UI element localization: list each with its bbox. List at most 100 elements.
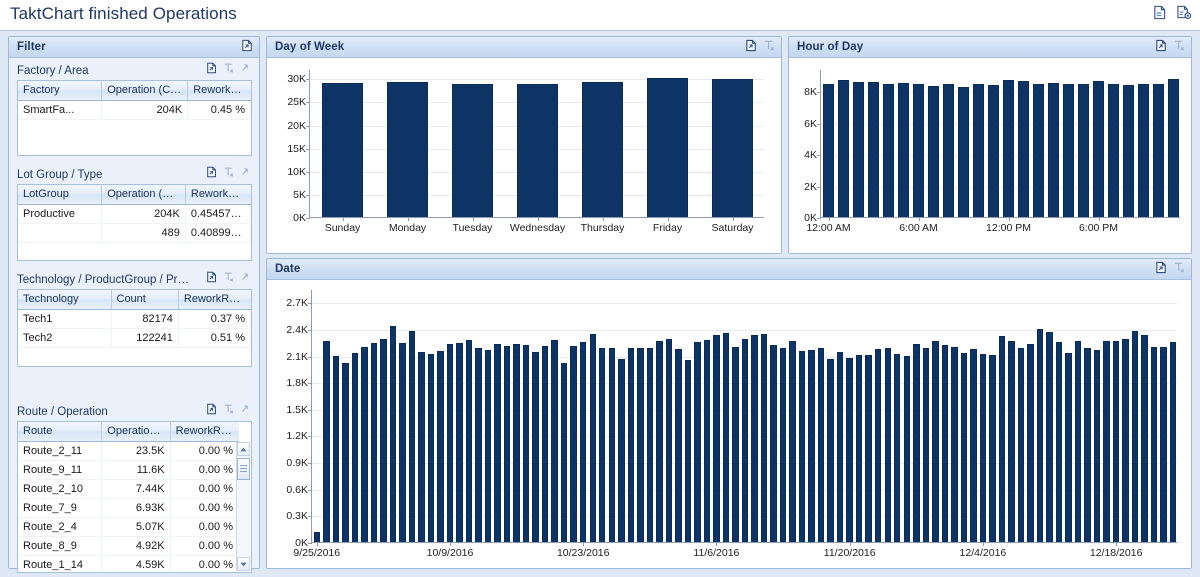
bar[interactable] [390, 326, 396, 542]
bar[interactable] [452, 84, 492, 217]
date-chart[interactable]: 0K0.3K0.6K0.9K1.2K1.5K1.8K2.1K2.4K2.7K9/… [311, 290, 1177, 543]
bar[interactable] [342, 363, 348, 542]
bar[interactable] [951, 347, 957, 542]
collapse-icon[interactable] [240, 403, 252, 415]
table-row[interactable]: 489 0.408998 % [18, 223, 251, 242]
bar[interactable] [637, 348, 643, 542]
bar[interactable] [827, 359, 833, 542]
lot-group-type-table[interactable]: LotGroup Operation (Count) ReworkRatio P… [17, 184, 252, 261]
table-row[interactable]: Route_9_1111.6K0.00 % [18, 460, 239, 479]
col-header[interactable]: Count [111, 290, 178, 309]
bar[interactable] [808, 350, 814, 542]
scroll-up-arrow[interactable] [237, 442, 250, 456]
bar[interactable] [387, 82, 427, 217]
bar[interactable] [1141, 335, 1147, 542]
bar[interactable] [943, 84, 953, 218]
bar[interactable] [1078, 84, 1088, 218]
bar[interactable] [838, 80, 848, 217]
bar[interactable] [551, 340, 557, 542]
bar[interactable] [958, 87, 968, 217]
bar[interactable] [609, 348, 615, 542]
clear-filter-icon[interactable] [223, 271, 235, 283]
clear-filter-icon[interactable] [1173, 39, 1186, 52]
bar[interactable] [868, 82, 878, 217]
bar[interactable] [666, 339, 672, 542]
bar[interactable] [818, 348, 824, 542]
bar[interactable] [932, 341, 938, 543]
bar[interactable] [780, 348, 786, 542]
day-of-week-chart[interactable]: 0K5K10K15K20K25K30KSundayMondayTuesdayWe… [309, 70, 764, 218]
bar[interactable] [532, 352, 538, 542]
col-header[interactable]: ReworkRatio [170, 422, 238, 441]
bar[interactable] [333, 356, 339, 542]
bar[interactable] [1168, 79, 1178, 217]
bar[interactable] [742, 339, 748, 542]
scroll-down-arrow[interactable] [237, 557, 250, 571]
bar[interactable] [494, 344, 500, 542]
table-row[interactable]: Route_7_96.93K0.00 % [18, 498, 239, 517]
bar[interactable] [1008, 341, 1014, 542]
bar[interactable] [980, 354, 986, 542]
clear-filter-icon[interactable] [223, 166, 235, 178]
bar[interactable] [517, 84, 557, 217]
bar[interactable] [923, 348, 929, 542]
col-header[interactable]: Operation (Count) [102, 185, 186, 204]
bar[interactable] [942, 345, 948, 542]
bar[interactable] [1113, 341, 1119, 543]
bar[interactable] [1103, 341, 1109, 543]
bar[interactable] [961, 353, 967, 542]
bar[interactable] [590, 334, 596, 542]
bar[interactable] [988, 85, 998, 217]
bar[interactable] [751, 335, 757, 542]
bar[interactable] [409, 331, 415, 542]
col-header[interactable]: Factory [18, 81, 102, 100]
bar[interactable] [647, 78, 687, 217]
bar[interactable] [1065, 353, 1071, 542]
bar[interactable] [1056, 342, 1062, 542]
bar[interactable] [1094, 350, 1100, 542]
bar[interactable] [875, 349, 881, 542]
collapse-icon[interactable] [240, 271, 252, 283]
bar[interactable] [466, 340, 472, 542]
table-row[interactable]: Productive 204K 0.454577 % [18, 204, 251, 223]
bar[interactable] [618, 359, 624, 542]
bar[interactable] [675, 349, 681, 542]
bar[interactable] [504, 346, 510, 542]
page-settings-icon[interactable] [1176, 5, 1192, 20]
table-row[interactable]: Route_8_94.92K0.00 % [18, 536, 239, 555]
bar[interactable] [770, 345, 776, 542]
export-icon[interactable] [206, 166, 218, 178]
bar[interactable] [1123, 85, 1133, 217]
bar[interactable] [865, 355, 871, 542]
export-icon[interactable] [206, 403, 218, 415]
bar[interactable] [799, 351, 805, 542]
bar[interactable] [928, 86, 938, 217]
bar[interactable] [1003, 80, 1013, 217]
bar[interactable] [513, 344, 519, 542]
export-icon[interactable] [206, 62, 218, 74]
export-icon[interactable] [745, 39, 758, 52]
scrollbar-thumb[interactable] [237, 458, 250, 480]
bar[interactable] [475, 348, 481, 542]
bar[interactable] [628, 348, 634, 542]
bar[interactable] [428, 354, 434, 542]
bar[interactable] [1033, 84, 1043, 218]
bar[interactable] [1093, 81, 1103, 217]
bar[interactable] [837, 352, 843, 542]
bar[interactable] [704, 340, 710, 542]
bar[interactable] [1037, 329, 1043, 542]
table-row[interactable]: Tech1 82174 0.37 % [18, 309, 251, 328]
bar[interactable] [694, 342, 700, 542]
bar[interactable] [973, 84, 983, 217]
bar[interactable] [371, 343, 377, 542]
bar[interactable] [712, 79, 752, 217]
bar[interactable] [380, 339, 386, 542]
export-icon[interactable] [206, 271, 218, 283]
hour-of-day-chart[interactable]: 0K2K4K6K8K12:00 AM6:00 AM12:00 PM6:00 PM [820, 70, 1180, 218]
bar[interactable] [853, 82, 863, 217]
bar[interactable] [846, 358, 852, 542]
bar[interactable] [1153, 84, 1163, 217]
col-header[interactable]: Route [18, 422, 102, 441]
bar[interactable] [599, 348, 605, 542]
clear-filter-icon[interactable] [1173, 261, 1186, 274]
